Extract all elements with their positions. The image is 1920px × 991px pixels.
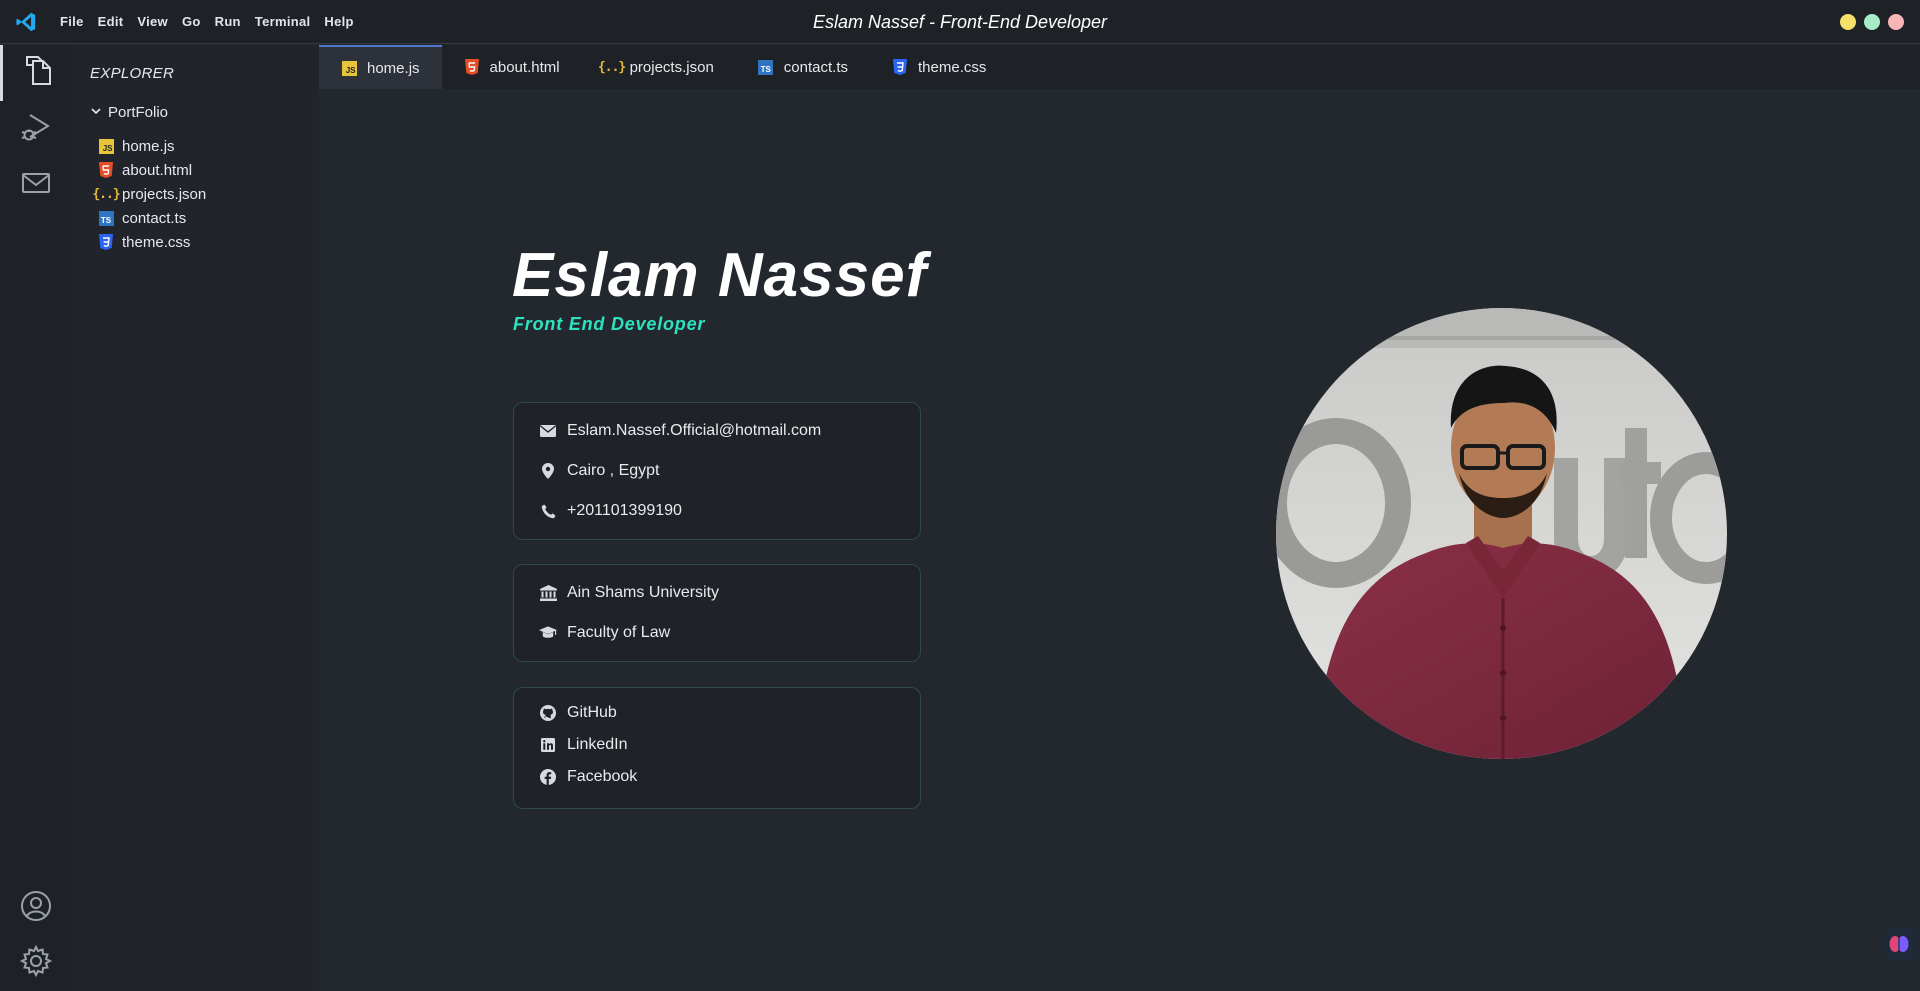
github-icon [539, 704, 557, 722]
file-item-contact-ts[interactable]: TS contact.ts [98, 206, 206, 230]
brain-extension-icon[interactable] [1881, 928, 1917, 960]
github-label: GitHub [567, 704, 617, 721]
facebook-link[interactable]: Facebook [539, 768, 637, 786]
file-label: contact.ts [122, 209, 187, 227]
menu-bar: File Edit View Go Run Terminal Help [53, 14, 361, 29]
phone-text: +201101399190 [567, 502, 682, 519]
chevron-down-icon [90, 104, 102, 121]
tab-about-html[interactable]: about.html [442, 45, 582, 89]
account-icon [20, 890, 52, 927]
editor-tabs: JS home.js about.html {..} projects.json… [319, 45, 1920, 89]
github-link[interactable]: GitHub [539, 704, 617, 722]
menu-edit[interactable]: Edit [91, 14, 131, 29]
explorer-title: EXPLORER [90, 65, 175, 82]
menu-help[interactable]: Help [317, 14, 360, 29]
email-text: Eslam.Nassef.Official@hotmail.com [567, 422, 822, 439]
folder-portfolio[interactable]: PortFolio [90, 104, 168, 121]
menu-view[interactable]: View [130, 14, 175, 29]
location-row: Cairo , Egypt [539, 462, 659, 480]
tab-label: contact.ts [783, 58, 848, 76]
tab-theme-css[interactable]: theme.css [870, 45, 1008, 89]
file-label: home.js [122, 137, 175, 155]
file-label: theme.css [122, 233, 191, 251]
file-tree: JS home.js about.html {..} projects.json… [92, 134, 207, 254]
file-label: projects.json [122, 185, 207, 203]
menu-file[interactable]: File [53, 14, 91, 29]
tab-label: about.html [489, 58, 560, 76]
university-text: Ain Shams University [567, 584, 720, 601]
files-icon [23, 55, 53, 92]
html-file-icon [98, 162, 114, 178]
envelope-icon [539, 422, 557, 440]
phone-row[interactable]: +201101399190 [539, 502, 682, 520]
ts-file-icon: TS [758, 59, 774, 75]
file-item-home-js[interactable]: JS home.js [98, 134, 206, 158]
folder-label: PortFolio [108, 104, 169, 121]
maximize-button[interactable] [1864, 14, 1880, 30]
tab-home-js[interactable]: JS home.js [319, 45, 442, 89]
html-file-icon [464, 59, 480, 75]
settings-activity-button[interactable] [0, 935, 72, 991]
location-text: Cairo , Egypt [567, 462, 660, 479]
css-file-icon [892, 59, 908, 75]
social-card: GitHub LinkedIn Facebook [513, 687, 921, 809]
menu-terminal[interactable]: Terminal [248, 14, 318, 29]
linkedin-icon [539, 736, 557, 754]
file-item-theme-css[interactable]: theme.css [98, 230, 206, 254]
university-row: Ain Shams University [539, 584, 719, 602]
map-pin-icon [539, 462, 557, 480]
facebook-icon [539, 768, 557, 786]
activity-bar [0, 45, 72, 991]
facebook-label: Facebook [567, 768, 638, 785]
tab-contact-ts[interactable]: TS contact.ts [736, 45, 870, 89]
minimize-button[interactable] [1840, 14, 1856, 30]
css-file-icon [98, 234, 114, 250]
mail-icon [21, 171, 51, 200]
json-file-icon: {..} [597, 59, 626, 75]
file-item-projects-json[interactable]: {..} projects.json [92, 182, 207, 206]
menu-go[interactable]: Go [175, 14, 208, 29]
tab-projects-json[interactable]: {..} projects.json [582, 45, 736, 89]
explorer-activity-button[interactable] [0, 45, 72, 101]
university-building-icon [539, 584, 557, 602]
run-debug-activity-button[interactable] [0, 101, 72, 157]
title-bar: File Edit View Go Run Terminal Help Esla… [0, 0, 1920, 44]
window-controls [1840, 14, 1904, 30]
file-label: about.html [122, 161, 193, 179]
faculty-row: Faculty of Law [539, 624, 670, 642]
js-file-icon: JS [98, 138, 114, 154]
phone-icon [539, 502, 557, 520]
account-activity-button[interactable] [0, 880, 72, 936]
hero-name: Eslam Nassef [512, 241, 928, 310]
contact-card: Eslam.Nassef.Official@hotmail.com Cairo … [513, 402, 921, 540]
tab-label: home.js [367, 59, 420, 77]
tab-label: theme.css [918, 58, 987, 76]
faculty-text: Faculty of Law [567, 624, 671, 641]
settings-gear-icon [19, 944, 53, 982]
json-file-icon: {..} [92, 186, 120, 202]
email-row[interactable]: Eslam.Nassef.Official@hotmail.com [539, 422, 821, 440]
graduation-cap-icon [539, 624, 557, 642]
vscode-logo-icon [13, 9, 39, 35]
education-card: Ain Shams University Faculty of Law [513, 564, 921, 662]
linkedin-link[interactable]: LinkedIn [539, 736, 628, 754]
linkedin-label: LinkedIn [567, 736, 628, 753]
js-file-icon: JS [341, 60, 357, 76]
mail-activity-button[interactable] [0, 157, 72, 213]
explorer-sidebar: EXPLORER PortFolio JS home.js about.html… [72, 45, 319, 991]
close-button[interactable] [1888, 14, 1904, 30]
ts-file-icon: TS [98, 210, 114, 226]
run-debug-icon [20, 111, 52, 148]
file-item-about-html[interactable]: about.html [98, 158, 206, 182]
tab-label: projects.json [629, 58, 714, 76]
menu-run[interactable]: Run [208, 14, 248, 29]
profile-photo [1276, 308, 1727, 759]
hero-role: Front End Developer [513, 314, 706, 334]
